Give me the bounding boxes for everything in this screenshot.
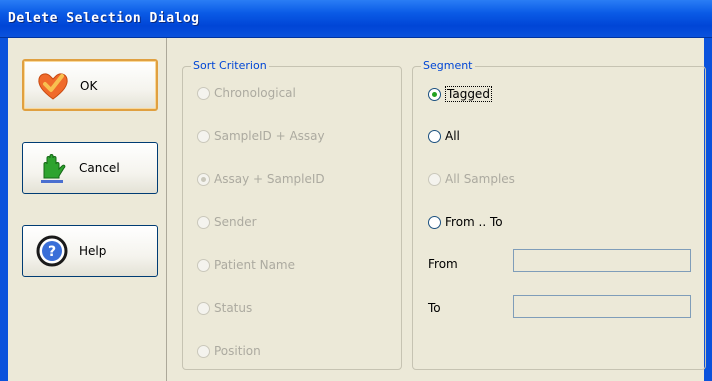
from-input[interactable] [513, 249, 691, 272]
radio-button[interactable] [197, 301, 210, 315]
svg-text:?: ? [48, 244, 56, 260]
title-bar[interactable]: Delete Selection Dialog [0, 0, 712, 38]
radio-button[interactable] [428, 215, 441, 229]
radio-button-selected[interactable] [428, 87, 441, 101]
radio-label: Patient Name [214, 258, 295, 272]
segment-legend: Segment [421, 59, 475, 72]
sort-radio-position[interactable]: Position [197, 344, 261, 358]
radio-button[interactable] [197, 258, 210, 272]
radio-button[interactable] [197, 344, 210, 358]
segment-radio-tagged[interactable]: Tagged [428, 86, 492, 102]
sort-radio-assay-sampleid[interactable]: Assay + SampleID [197, 172, 325, 186]
dialog-window: Delete Selection Dialog OK Cancel ? Help… [0, 0, 712, 381]
radio-label: All Samples [445, 172, 515, 186]
sort-radio-sender[interactable]: Sender [197, 215, 257, 229]
radio-button-selected[interactable] [197, 172, 210, 186]
segment-radio-all-samples[interactable]: All Samples [428, 172, 515, 186]
radio-label: All [445, 129, 460, 143]
help-label: Help [79, 244, 107, 258]
help-button[interactable]: ? Help [22, 225, 158, 277]
cancel-button[interactable]: Cancel [22, 142, 158, 194]
window-frame-left [0, 38, 8, 381]
cancel-label: Cancel [79, 161, 120, 175]
radio-button[interactable] [428, 129, 441, 143]
to-label: To [428, 301, 441, 315]
radio-label: From .. To [445, 215, 503, 229]
ok-button[interactable]: OK [22, 59, 158, 111]
sort-radio-sampleid-assay[interactable]: SampleID + Assay [197, 129, 325, 143]
button-panel-divider [166, 38, 167, 381]
radio-label: Tagged [445, 86, 492, 102]
segment-radio-all[interactable]: All [428, 129, 460, 143]
radio-label: Position [214, 344, 261, 358]
sort-radio-chronological[interactable]: Chronological [197, 86, 296, 100]
radio-label: SampleID + Assay [214, 129, 325, 143]
radio-button[interactable] [197, 129, 210, 143]
stop-hand-icon [41, 154, 66, 183]
radio-label: Sender [214, 215, 257, 229]
radio-label: Chronological [214, 86, 296, 100]
ok-label: OK [80, 79, 98, 93]
sort-radio-status[interactable]: Status [197, 301, 252, 315]
radio-label: Status [214, 301, 253, 315]
checkmark-heart-icon [38, 73, 68, 100]
sort-criterion-legend: Sort Criterion [191, 59, 269, 72]
from-label: From [428, 257, 458, 271]
help-question-icon: ? [36, 235, 68, 267]
sort-radio-patient-name[interactable]: Patient Name [197, 258, 295, 272]
radio-button[interactable] [197, 215, 210, 229]
radio-button[interactable] [197, 86, 210, 100]
segment-radio-from-to[interactable]: From .. To [428, 215, 503, 229]
to-input[interactable] [513, 295, 691, 318]
window-title: Delete Selection Dialog [8, 11, 200, 26]
radio-label: Assay + SampleID [214, 172, 325, 186]
radio-button[interactable] [428, 172, 441, 186]
